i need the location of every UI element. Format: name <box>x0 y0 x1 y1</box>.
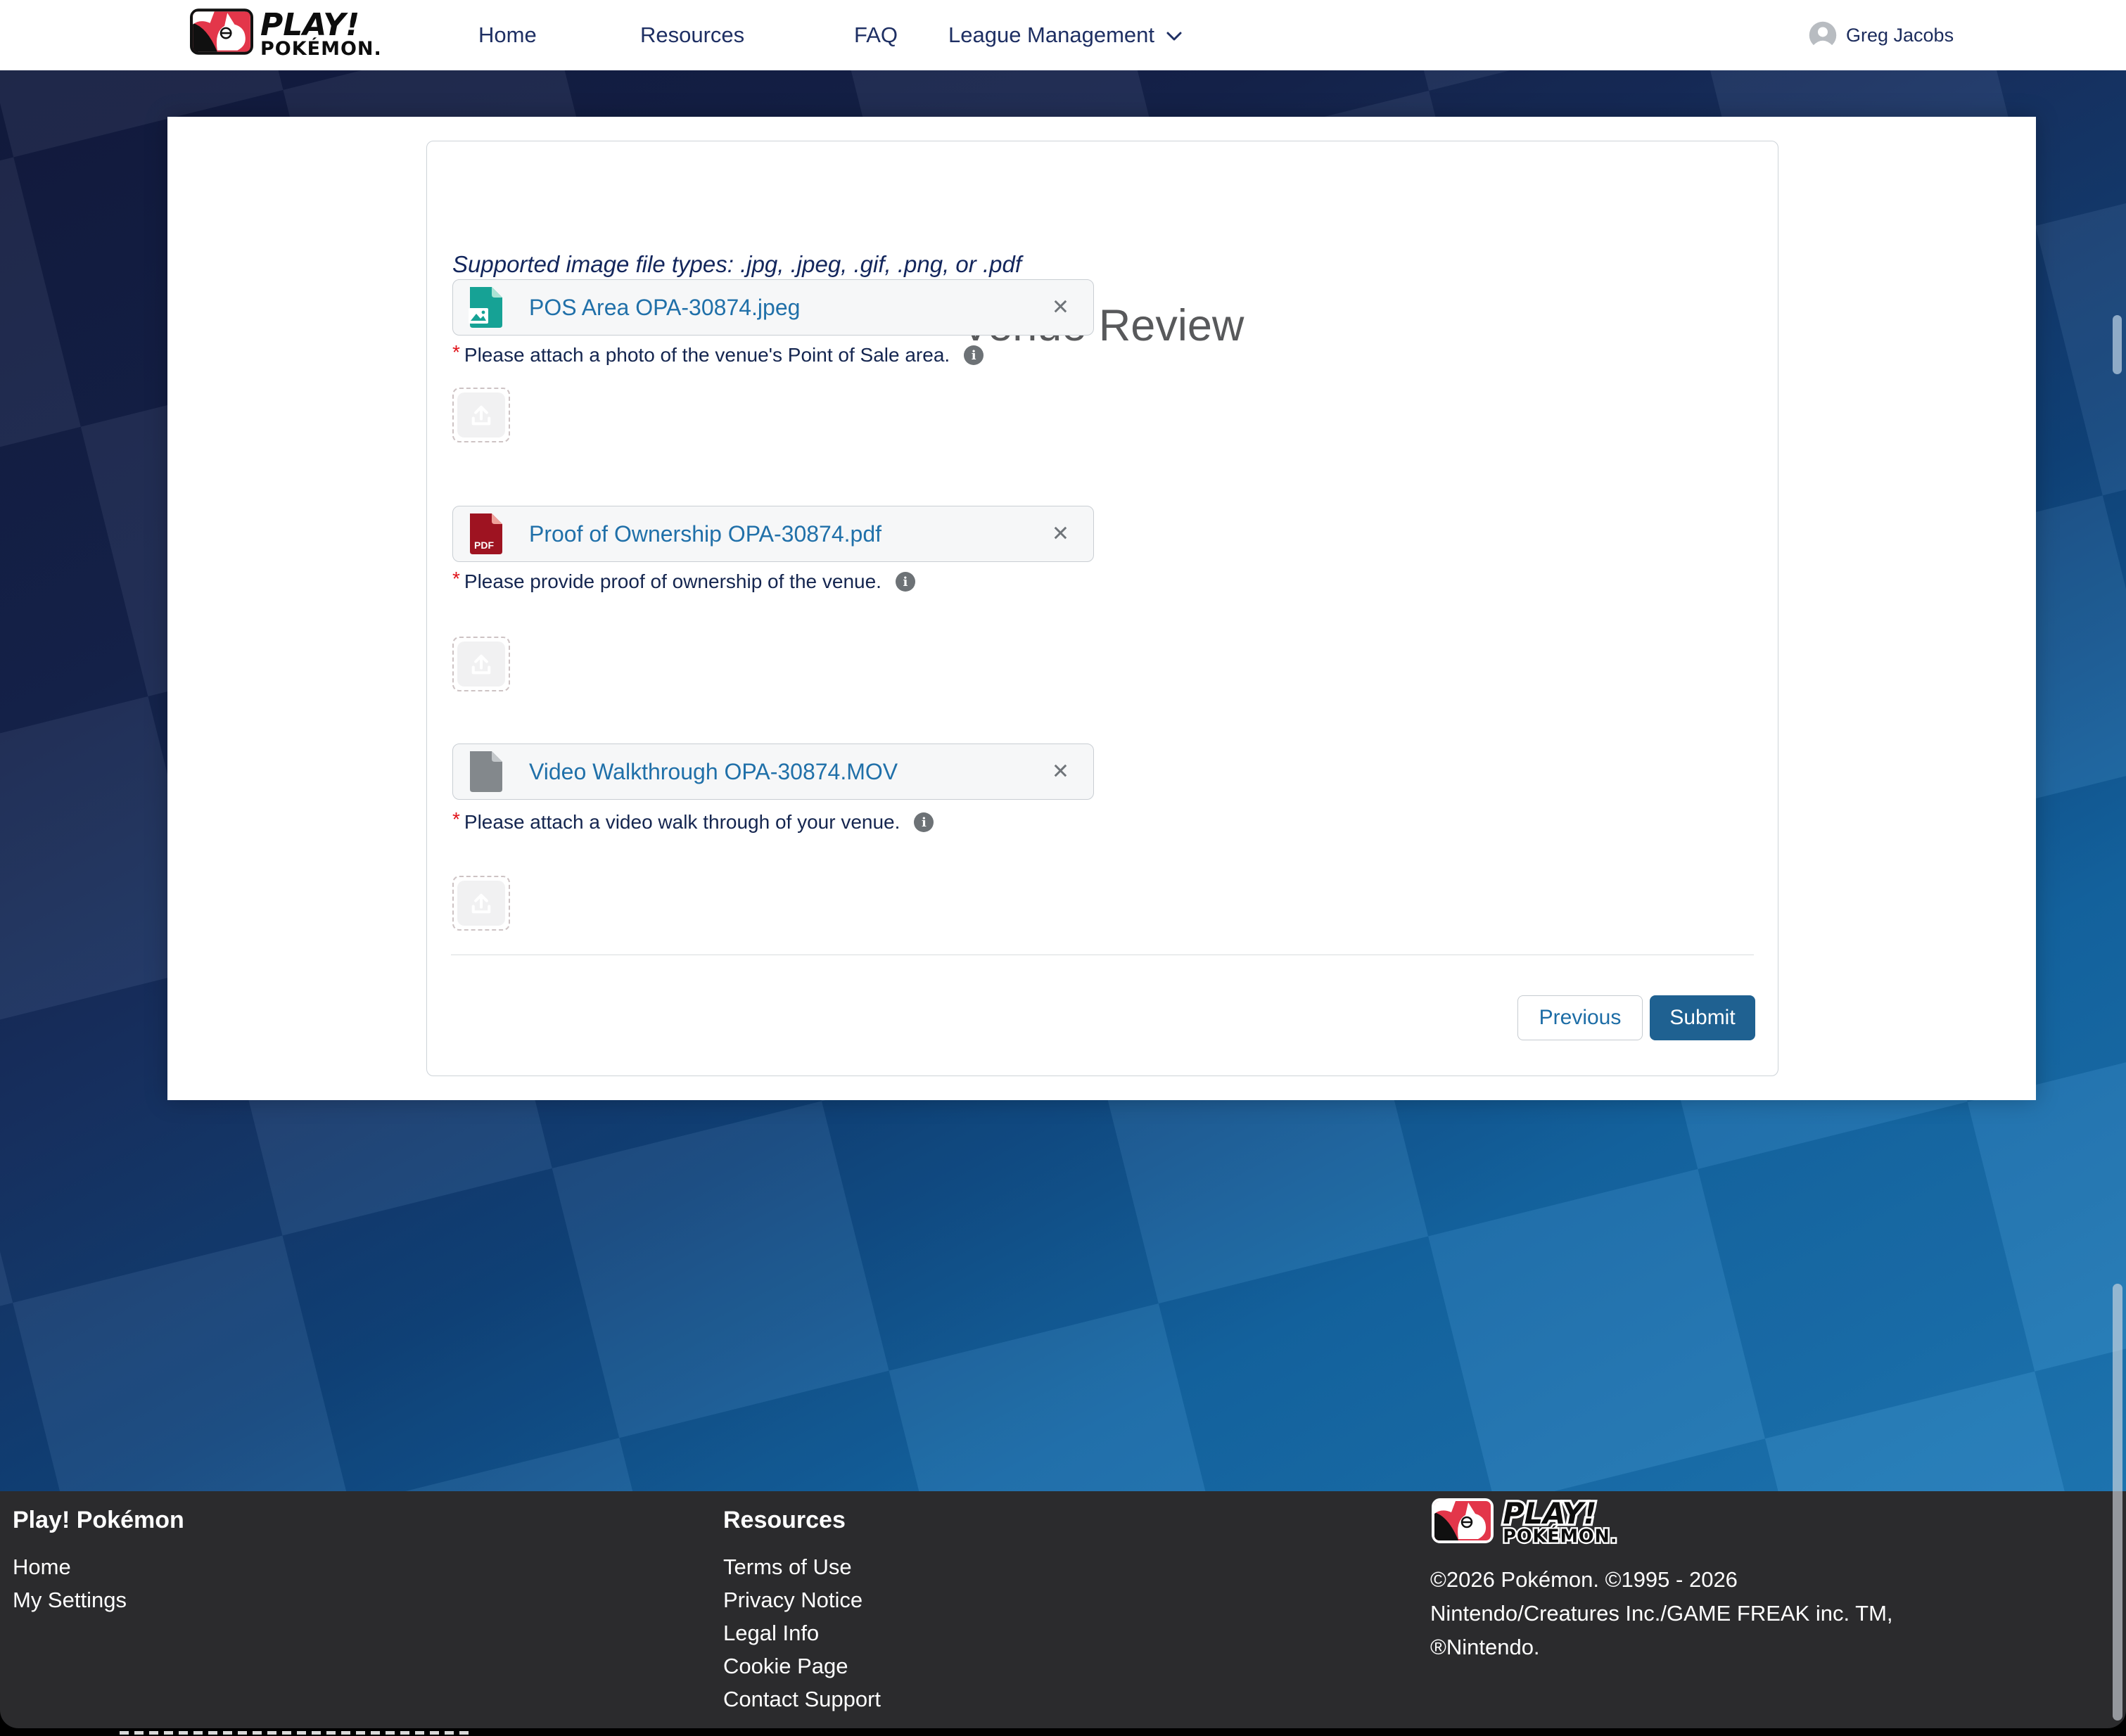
footer-wrapper: Play! Pokémon Home My Settings Resources… <box>0 1491 2126 1736</box>
venue-review-card: Venue Review Supported image file types:… <box>426 141 1778 1076</box>
logo-line2: POKÉMON. <box>260 37 382 59</box>
footer-link-contact-support[interactable]: Contact Support <box>723 1689 881 1710</box>
avatar-icon <box>1808 20 1838 50</box>
footer-link-home[interactable]: Home <box>13 1557 184 1578</box>
footer-link-terms-of-use[interactable]: Terms of Use <box>723 1557 881 1578</box>
attached-file-proof-of-ownership[interactable]: PDF Proof of Ownership OPA-30874.pdf ✕ <box>452 506 1094 562</box>
file-link-pos-area[interactable]: POS Area OPA-30874.jpeg <box>529 295 800 321</box>
play-pokemon-wordmark: PLAY! POKÉMON. <box>259 8 421 59</box>
footer-link-my-settings[interactable]: My Settings <box>13 1590 184 1611</box>
footer-link-legal-info[interactable]: Legal Info <box>723 1623 881 1644</box>
user-menu[interactable]: Greg Jacobs <box>1808 0 1954 70</box>
required-asterisk: * <box>452 568 460 590</box>
info-icon[interactable]: i <box>896 572 915 592</box>
upload-proof-of-ownership-button[interactable] <box>452 637 510 691</box>
required-asterisk: * <box>452 344 460 364</box>
footer-column-legal: PLAY! POKÉMON. ©2026 Pokémon. ©1995 - 20… <box>1430 1498 1893 1664</box>
nav-resources[interactable]: Resources <box>640 0 744 70</box>
caption-text: Please attach a video walk through of yo… <box>464 811 900 834</box>
footer-link-cookie-page[interactable]: Cookie Page <box>723 1656 881 1677</box>
footer-heading: Resources <box>723 1507 881 1534</box>
play-pokemon-logo[interactable]: PLAY! POKÉMON. <box>190 8 421 59</box>
file-link-video-walkthrough[interactable]: Video Walkthrough OPA-30874.MOV <box>529 759 898 785</box>
nav-faq-label: FAQ <box>854 23 898 48</box>
info-icon[interactable]: i <box>964 345 984 365</box>
remove-file-button[interactable]: ✕ <box>1052 295 1069 320</box>
footer-column-resources: Resources Terms of Use Privacy Notice Le… <box>723 1507 881 1722</box>
nav-league-management-label: League Management <box>948 23 1154 48</box>
nav-league-management[interactable]: League Management <box>948 0 1183 70</box>
caption-video-walkthrough: * Please attach a video walk through of … <box>452 811 934 834</box>
copyright-line: ©2026 Pokémon. ©1995 - 2026 <box>1430 1563 1893 1597</box>
remove-file-button[interactable]: ✕ <box>1052 522 1069 547</box>
required-asterisk: * <box>452 808 460 831</box>
clipped-cookie-banner-text <box>120 1731 471 1735</box>
inner-scrollbar-thumb[interactable] <box>2113 315 2122 374</box>
upload-drop-area <box>457 392 505 438</box>
upload-icon <box>469 891 494 915</box>
footer-heading: Play! Pokémon <box>13 1507 184 1534</box>
page-scrollbar-thumb[interactable] <box>2113 1284 2122 1721</box>
upload-drop-area <box>457 881 505 926</box>
file-link-proof-of-ownership[interactable]: Proof of Ownership OPA-30874.pdf <box>529 521 881 547</box>
chevron-down-icon <box>1166 31 1183 42</box>
nav-resources-label: Resources <box>640 23 744 48</box>
footer-play-pokemon-logo: PLAY! POKÉMON. <box>1430 1498 1893 1546</box>
pdf-file-icon: PDF <box>469 512 504 556</box>
play-pokemon-badge-icon <box>190 8 253 55</box>
play-pokemon-badge-icon <box>1430 1498 1495 1543</box>
supported-filetypes-note: Supported image file types: .jpg, .jpeg,… <box>452 251 1021 278</box>
nav-home[interactable]: Home <box>478 0 537 70</box>
caption-text: Please attach a photo of the venue's Poi… <box>464 344 950 365</box>
image-file-icon <box>469 286 504 329</box>
caption-text: Please provide proof of ownership of the… <box>464 570 881 593</box>
upload-video-walkthrough-button[interactable] <box>452 876 510 931</box>
remove-file-button[interactable]: ✕ <box>1052 760 1069 784</box>
user-name: Greg Jacobs <box>1846 25 1954 46</box>
caption-pos-area: * Please attach a photo of the venue's P… <box>452 344 984 365</box>
video-file-icon <box>469 750 504 793</box>
svg-text:PDF: PDF <box>474 540 494 551</box>
info-icon[interactable]: i <box>914 812 934 832</box>
submit-button[interactable]: Submit <box>1650 995 1755 1040</box>
top-nav-bar: PLAY! POKÉMON. Home Resources FAQ League… <box>0 0 2126 70</box>
footer-link-privacy-notice[interactable]: Privacy Notice <box>723 1590 881 1611</box>
attached-file-video-walkthrough[interactable]: Video Walkthrough OPA-30874.MOV ✕ <box>452 743 1094 800</box>
upload-pos-area-button[interactable] <box>452 388 510 442</box>
upload-drop-area <box>457 642 505 687</box>
caption-proof-of-ownership: * Please provide proof of ownership of t… <box>452 570 915 593</box>
upload-icon <box>469 403 494 427</box>
nav-home-label: Home <box>478 23 537 48</box>
previous-button[interactable]: Previous <box>1517 995 1643 1040</box>
upload-icon <box>469 652 494 676</box>
copyright-line: Nintendo/Creatures Inc./GAME FREAK inc. … <box>1430 1597 1893 1630</box>
nav-faq[interactable]: FAQ <box>854 0 898 70</box>
copyright-line: ®Nintendo. <box>1430 1630 1893 1664</box>
content-panel: Venue Review Supported image file types:… <box>167 117 2036 1100</box>
footer-column-play-pokemon: Play! Pokémon Home My Settings <box>13 1507 184 1623</box>
footer: Play! Pokémon Home My Settings Resources… <box>0 1491 2126 1728</box>
attached-file-pos-area[interactable]: POS Area OPA-30874.jpeg ✕ <box>452 279 1094 336</box>
svg-text:POKÉMON.: POKÉMON. <box>1503 1526 1617 1546</box>
play-pokemon-wordmark: PLAY! POKÉMON. <box>1501 1498 1655 1546</box>
